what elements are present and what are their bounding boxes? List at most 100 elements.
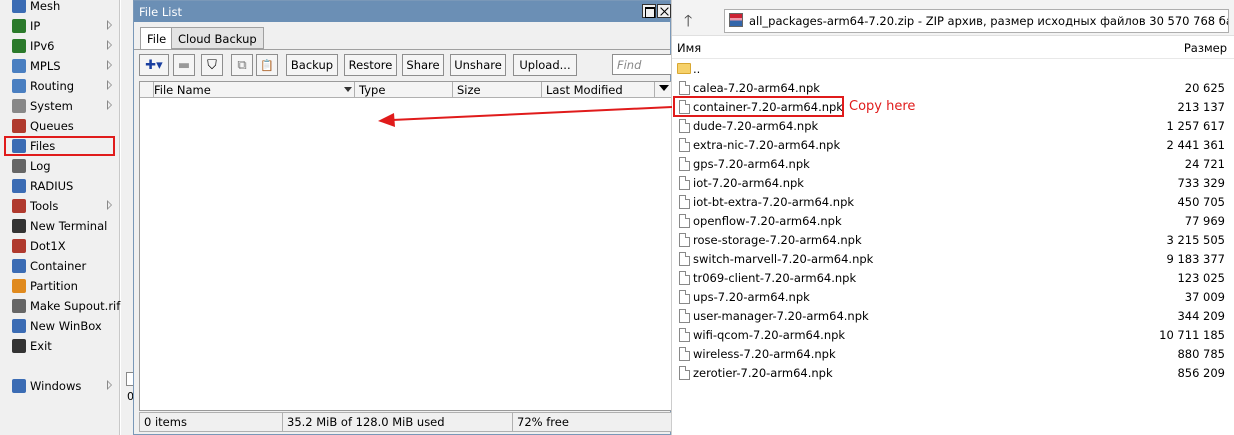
list-item[interactable]: iot-bt-extra-7.20-arm64.npk 450 705 bbox=[672, 193, 1234, 212]
file-icon bbox=[679, 252, 690, 266]
list-item[interactable]: wifi-qcom-7.20-arm64.npk 10 711 185 bbox=[672, 326, 1234, 345]
maximize-icon[interactable] bbox=[642, 4, 656, 18]
file-name: rose-storage-7.20-arm64.npk bbox=[693, 233, 862, 247]
file-name: tr069-client-7.20-arm64.npk bbox=[693, 271, 857, 285]
list-item[interactable]: user-manager-7.20-arm64.npk 344 209 bbox=[672, 307, 1234, 326]
add-button[interactable]: ✚▾ bbox=[139, 54, 169, 76]
menu-item-queues[interactable]: Queues bbox=[6, 116, 116, 136]
file-size: 856 209 bbox=[1177, 366, 1225, 380]
list-item[interactable]: dude-7.20-arm64.npk 1 257 617 bbox=[672, 117, 1234, 136]
filter-button[interactable]: ⛉ bbox=[201, 54, 223, 76]
files-highlight-box bbox=[4, 136, 115, 156]
file-icon bbox=[679, 328, 690, 342]
col-type[interactable]: Type bbox=[355, 82, 453, 98]
restore-button[interactable]: Restore bbox=[344, 54, 397, 76]
copy-here-annotation: Copy here bbox=[849, 99, 916, 114]
unshare-button[interactable]: Unshare bbox=[450, 54, 506, 76]
menu-item-new-winbox[interactable]: New WinBox bbox=[6, 316, 116, 336]
mesh-icon bbox=[12, 0, 26, 13]
menu-item-windows[interactable]: Windows bbox=[6, 376, 116, 396]
menu-item-label: Log bbox=[30, 159, 51, 173]
file-size: 24 721 bbox=[1184, 157, 1225, 171]
close-icon[interactable] bbox=[657, 4, 671, 18]
menu-item-mpls[interactable]: MPLS bbox=[6, 56, 116, 76]
list-item[interactable]: gps-7.20-arm64.npk 24 721 bbox=[672, 155, 1234, 174]
list-item[interactable]: wireless-7.20-arm64.npk 880 785 bbox=[672, 345, 1234, 364]
file-table-header: File Name Type Size Last Modified bbox=[140, 82, 672, 98]
menu-item-mesh[interactable]: Mesh bbox=[6, 0, 116, 16]
file-name: zerotier-7.20-arm64.npk bbox=[693, 366, 833, 380]
file-name: .. bbox=[693, 62, 701, 76]
ipv6-icon bbox=[12, 39, 26, 53]
routing-icon bbox=[12, 79, 26, 93]
col-last-modified[interactable]: Last Modified bbox=[542, 82, 655, 98]
menu-item-system[interactable]: System bbox=[6, 96, 116, 116]
list-item[interactable]: extra-nic-7.20-arm64.npk 2 441 361 bbox=[672, 136, 1234, 155]
file-size: 880 785 bbox=[1177, 347, 1225, 361]
zip-archive-icon bbox=[729, 13, 743, 27]
list-item[interactable]: openflow-7.20-arm64.npk 77 969 bbox=[672, 212, 1234, 231]
file-name: switch-marvell-7.20-arm64.npk bbox=[693, 252, 874, 266]
menu-item-label: Mesh bbox=[30, 0, 61, 13]
file-name: iot-7.20-arm64.npk bbox=[693, 176, 804, 190]
col-name-header[interactable]: Имя bbox=[677, 41, 701, 55]
file-icon bbox=[679, 366, 690, 380]
windows-icon bbox=[12, 379, 26, 393]
menu-item-label: RADIUS bbox=[30, 179, 74, 193]
list-item[interactable]: .. bbox=[672, 60, 1234, 79]
container-file-highlight bbox=[673, 96, 844, 117]
mpls-icon bbox=[12, 59, 26, 73]
menu-item-routing[interactable]: Routing bbox=[6, 76, 116, 96]
tab-file[interactable]: File bbox=[140, 27, 174, 50]
list-item[interactable]: iot-7.20-arm64.npk 733 329 bbox=[672, 174, 1234, 193]
paste-button[interactable]: 📋 bbox=[256, 54, 278, 76]
col-size[interactable]: Size bbox=[453, 82, 542, 98]
file-name: gps-7.20-arm64.npk bbox=[693, 157, 810, 171]
submenu-arrow-icon bbox=[107, 40, 112, 50]
list-item[interactable]: rose-storage-7.20-arm64.npk 3 215 505 bbox=[672, 231, 1234, 250]
file-table[interactable]: File Name Type Size Last Modified bbox=[139, 81, 673, 411]
menu-item-radius[interactable]: RADIUS bbox=[6, 176, 116, 196]
share-button[interactable]: Share bbox=[402, 54, 444, 76]
menu-item-partition[interactable]: Partition bbox=[6, 276, 116, 296]
remove-button[interactable]: ▬ bbox=[173, 54, 195, 76]
archive-address-bar[interactable]: all_packages-arm64-7.20.zip - ZIP архив,… bbox=[724, 9, 1229, 33]
col-file-name[interactable]: File Name bbox=[150, 82, 355, 98]
file-icon bbox=[679, 271, 690, 285]
filter-icon: ⛉ bbox=[207, 57, 217, 73]
menu-item-ipv6[interactable]: IPv6 bbox=[6, 36, 116, 56]
list-item[interactable]: ups-7.20-arm64.npk 37 009 bbox=[672, 288, 1234, 307]
file-icon bbox=[679, 233, 690, 247]
submenu-arrow-icon bbox=[107, 80, 112, 90]
list-item[interactable]: zerotier-7.20-arm64.npk 856 209 bbox=[672, 364, 1234, 383]
winbox-icon bbox=[12, 319, 26, 333]
list-item[interactable]: tr069-client-7.20-arm64.npk 123 025 bbox=[672, 269, 1234, 288]
menu-item-container[interactable]: Container bbox=[6, 256, 116, 276]
menu-item-new-terminal[interactable]: New Terminal bbox=[6, 216, 116, 236]
find-input[interactable]: Find bbox=[612, 54, 672, 75]
submenu-arrow-icon bbox=[107, 20, 112, 30]
tab-cloud-backup[interactable]: Cloud Backup bbox=[171, 27, 264, 49]
copy-button[interactable]: ⧉ bbox=[231, 54, 253, 76]
menu-item-exit[interactable]: Exit bbox=[6, 336, 116, 356]
menu-item-log[interactable]: Log bbox=[6, 156, 116, 176]
up-arrow-icon[interactable]: 🡑 bbox=[684, 10, 692, 37]
hidden-window-strip: 0 bbox=[121, 0, 134, 435]
list-item[interactable]: switch-marvell-7.20-arm64.npk 9 183 377 bbox=[672, 250, 1234, 269]
queues-icon bbox=[12, 119, 26, 133]
menu-item-dot1x[interactable]: Dot1X bbox=[6, 236, 116, 256]
upload-button[interactable]: Upload... bbox=[513, 54, 577, 76]
file-icon bbox=[679, 157, 690, 171]
window-titlebar[interactable]: File List bbox=[134, 1, 671, 22]
file-icon bbox=[679, 195, 690, 209]
col-size-header[interactable]: Размер bbox=[1184, 41, 1227, 55]
menu-item-tools[interactable]: Tools bbox=[6, 196, 116, 216]
menu-item-make-supout-rif[interactable]: Make Supout.rif bbox=[6, 296, 120, 316]
menu-item-label: System bbox=[30, 99, 73, 113]
columns-dropdown-icon[interactable] bbox=[659, 85, 669, 91]
backup-button[interactable]: Backup bbox=[286, 54, 338, 76]
file-name: openflow-7.20-arm64.npk bbox=[693, 214, 842, 228]
file-name: ups-7.20-arm64.npk bbox=[693, 290, 810, 304]
menu-item-ip[interactable]: IP bbox=[6, 16, 116, 36]
parent-folder-icon bbox=[677, 63, 691, 74]
